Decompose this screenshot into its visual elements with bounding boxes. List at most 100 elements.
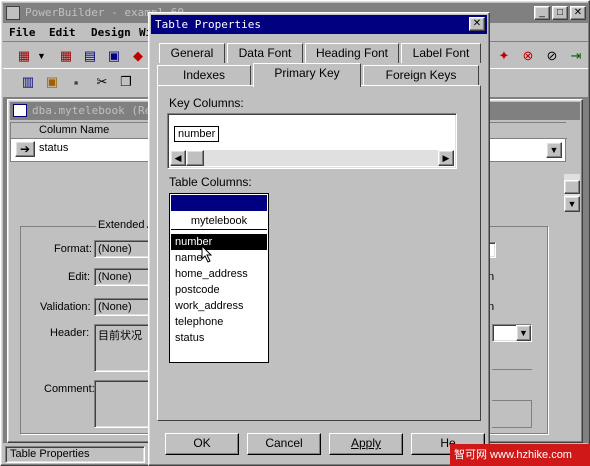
library-icon[interactable]: ▦ xyxy=(55,45,77,67)
key-column-item[interactable]: number xyxy=(174,126,220,142)
column-name-header: Column Name xyxy=(39,124,110,136)
cut-icon[interactable]: ✂ xyxy=(91,71,113,93)
menu-file[interactable]: File xyxy=(9,26,36,39)
painter-vscrollbar[interactable]: ▼ xyxy=(564,174,580,212)
format-field[interactable]: (None) xyxy=(94,240,154,258)
database-icon[interactable]: ▦ xyxy=(13,45,35,67)
table-columns-list[interactable]: mytelebook number name home_address post… xyxy=(169,193,269,363)
column-item-number[interactable]: number xyxy=(171,234,267,250)
copy-icon[interactable]: ❐ xyxy=(115,71,137,93)
scroll-thumb[interactable] xyxy=(564,180,580,194)
tab-label-font[interactable]: Label Font xyxy=(401,43,481,63)
tab-indexes-label: Indexes xyxy=(182,68,226,82)
comment-label: Comment: xyxy=(44,383,95,395)
key-columns-box[interactable]: number ◀ ▶ xyxy=(167,113,457,169)
row-pointer-icon: ➔ xyxy=(15,141,35,157)
dialog-titlebar: Table Properties ✕ xyxy=(151,15,487,34)
tab-heading-font[interactable]: Heading Font xyxy=(305,43,399,63)
column-item-home-address[interactable]: home_address xyxy=(171,266,267,282)
open-icon[interactable]: ▣ xyxy=(41,71,63,93)
apply-button[interactable]: Apply xyxy=(329,433,403,455)
tab-foreign-keys[interactable]: Foreign Keys xyxy=(363,65,479,85)
key-column-item-text: number xyxy=(178,128,216,140)
table-list-name: mytelebook xyxy=(171,212,267,230)
table-list-titlebar xyxy=(171,195,267,211)
close-button[interactable]: ✕ xyxy=(570,6,586,20)
validation-value: (None) xyxy=(98,301,132,313)
hscroll-thumb[interactable] xyxy=(186,150,204,166)
edit-field[interactable]: (None) xyxy=(94,268,154,286)
header-label: Header: xyxy=(50,327,90,339)
format-label: Format: xyxy=(54,243,92,255)
ok-button[interactable]: OK xyxy=(165,433,239,455)
edit-value: (None) xyxy=(98,271,132,283)
apply-button-label: Apply xyxy=(350,436,382,450)
tab-primary-key[interactable]: Primary Key xyxy=(253,63,361,87)
right-line-1 xyxy=(492,350,532,370)
tab-indexes[interactable]: Indexes xyxy=(157,65,251,85)
header-field[interactable]: 目前状况 xyxy=(94,324,154,372)
table-properties-dialog: Table Properties ✕ General Data Font Hea… xyxy=(148,12,490,466)
column-item-name-text: name xyxy=(175,252,203,264)
cancel-button[interactable]: Cancel xyxy=(247,433,321,455)
column-item-home-address-text: home_address xyxy=(175,268,248,280)
tab-general-label: General xyxy=(170,46,214,60)
column-item-postcode[interactable]: postcode xyxy=(171,282,267,298)
tab-primary-key-label: Primary Key xyxy=(274,66,340,80)
menu-edit[interactable]: Edit xyxy=(49,26,76,39)
dropdown-arrow-icon[interactable]: ▼ xyxy=(37,51,46,61)
column-item-work-address[interactable]: work_address xyxy=(171,298,267,314)
cancel-button-label: Cancel xyxy=(265,436,303,450)
tab-general[interactable]: General xyxy=(159,43,225,63)
paint-icon[interactable]: ◆ xyxy=(127,45,149,67)
comment-field[interactable] xyxy=(94,380,154,428)
maximize-button[interactable]: □ xyxy=(552,6,568,20)
menu-design[interactable]: Design xyxy=(91,26,131,39)
column-item-postcode-text: postcode xyxy=(175,284,220,296)
run-icon[interactable]: ✦ xyxy=(493,45,515,67)
debug-icon[interactable]: ⊗ xyxy=(517,45,539,67)
new-icon[interactable]: ▥ xyxy=(17,71,39,93)
minimize-button[interactable]: _ xyxy=(534,6,550,20)
header-value: 目前状况 xyxy=(98,330,142,342)
format-value: (None) xyxy=(98,243,132,255)
watermark: 智可网 www.hzhike.com xyxy=(450,444,590,466)
scroll-down-button[interactable]: ▼ xyxy=(564,196,580,212)
key-columns-label: Key Columns: xyxy=(169,96,244,110)
column-item-telephone-text: telephone xyxy=(175,316,224,328)
grid-dropdown-button[interactable]: ▼ xyxy=(546,142,562,158)
row-column-name[interactable]: status xyxy=(39,142,68,154)
table-icon xyxy=(13,104,27,117)
tab-label-font-label: Label Font xyxy=(412,46,470,60)
ok-button-label: OK xyxy=(193,436,211,450)
watermark-text: 智可网 www.hzhike.com xyxy=(454,449,572,461)
edit-label: Edit: xyxy=(68,271,91,283)
dialog-title: Table Properties xyxy=(155,18,261,31)
validation-field[interactable]: (None) xyxy=(94,298,154,316)
status-pane: Table Properties xyxy=(5,446,145,463)
tab-foreign-keys-label: Foreign Keys xyxy=(385,68,457,82)
tab-data-font[interactable]: Data Font xyxy=(227,43,303,63)
mouse-cursor-icon xyxy=(201,245,213,263)
grid-icon[interactable]: ▤ xyxy=(79,45,101,67)
column-item-work-address-text: work_address xyxy=(175,300,244,312)
app-icon xyxy=(6,6,20,20)
column-item-telephone[interactable]: telephone xyxy=(171,314,267,330)
column-item-status[interactable]: status xyxy=(171,330,267,346)
save-icon[interactable]: ▪ xyxy=(65,71,87,93)
column-item-name[interactable]: name xyxy=(171,250,267,266)
column-item-status-text: status xyxy=(175,332,205,344)
key-columns-hscrollbar[interactable]: ◀ ▶ xyxy=(170,150,454,166)
scroll-left-button[interactable]: ◀ xyxy=(170,150,186,166)
scroll-right-button[interactable]: ▶ xyxy=(438,150,454,166)
column-list-items: number name home_address postcode work_a… xyxy=(171,234,267,346)
table-name-text: mytelebook xyxy=(190,215,248,227)
table-columns-label: Table Columns: xyxy=(169,175,252,189)
right-combo-arrow-icon[interactable]: ▼ xyxy=(516,325,531,341)
stop-icon[interactable]: ⊘ xyxy=(541,45,563,67)
status-text: Table Properties xyxy=(10,448,90,460)
dialog-close-button[interactable]: ✕ xyxy=(469,17,485,31)
exit-icon[interactable]: ⇥ xyxy=(565,45,587,67)
tab-heading-font-label: Heading Font xyxy=(315,46,389,60)
window-icon[interactable]: ▣ xyxy=(103,45,125,67)
